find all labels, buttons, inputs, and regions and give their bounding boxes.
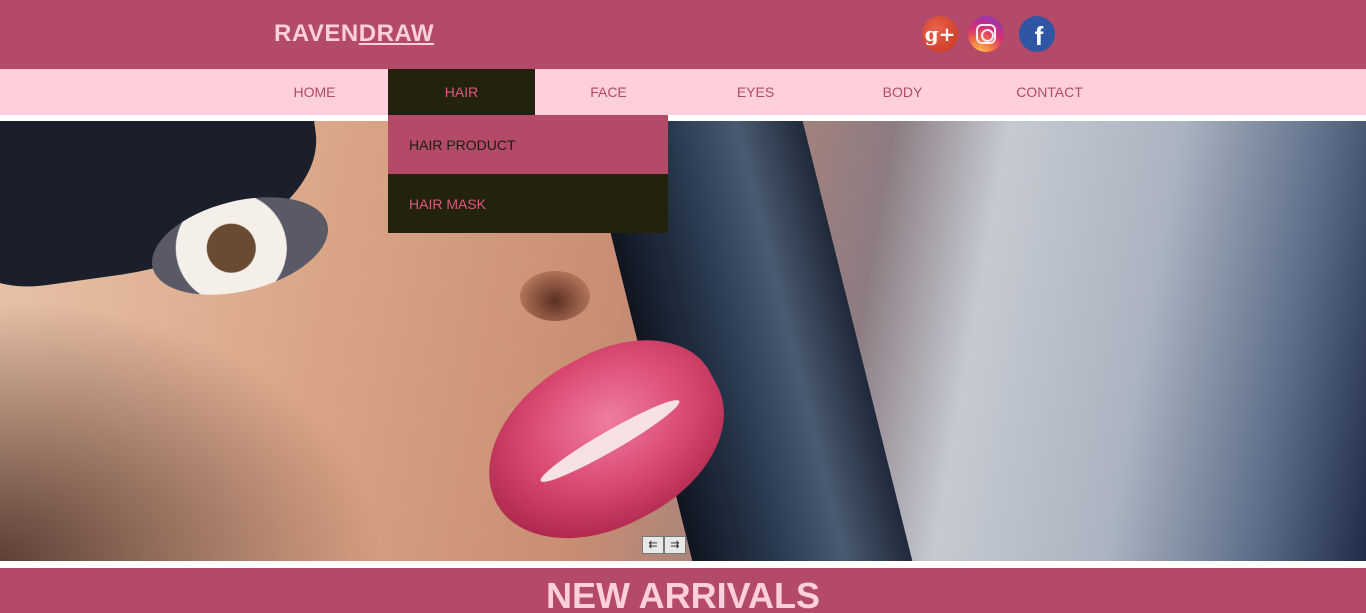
hair-dropdown-menu: HAIR PRODUCT HAIR MASK — [388, 115, 668, 233]
separator — [0, 561, 1366, 568]
logo-part-raven: RAVEN — [274, 20, 359, 47]
google-plus-glyph: g+ — [924, 22, 956, 46]
nav-item-home[interactable]: HOME — [241, 69, 388, 115]
google-plus-icon[interactable]: g+ — [922, 16, 958, 52]
slider-controls: ⇇ ⇉ — [642, 536, 686, 554]
dropdown-item-hair-product[interactable]: HAIR PRODUCT — [388, 115, 668, 174]
new-arrivals-section: NEW ARRIVALS — [0, 568, 1366, 613]
dropdown-item-hair-mask[interactable]: HAIR MASK — [388, 174, 668, 233]
hero-nose — [520, 271, 590, 321]
nav-item-face[interactable]: FACE — [535, 69, 682, 115]
instagram-icon[interactable] — [968, 16, 1004, 52]
nav-item-eyes[interactable]: EYES — [682, 69, 829, 115]
section-title: NEW ARRIVALS — [546, 575, 820, 613]
nav-item-hair[interactable]: HAIR — [388, 69, 535, 115]
slider-next-button[interactable]: ⇉ — [664, 536, 686, 554]
hero-banner-image — [0, 121, 1366, 561]
nav-item-contact[interactable]: CONTACT — [976, 69, 1123, 115]
facebook-glyph: f — [1034, 20, 1044, 51]
nav-item-body[interactable]: BODY — [829, 69, 976, 115]
site-header: RAVENDRAW g+ f — [0, 0, 1366, 69]
facebook-icon[interactable]: f — [1019, 16, 1055, 52]
main-nav: HOME HAIR FACE EYES BODY CONTACT — [0, 69, 1366, 115]
logo-part-draw: DRAW — [358, 20, 435, 47]
slider-prev-button[interactable]: ⇇ — [642, 536, 664, 554]
site-logo[interactable]: RAVENDRAW — [274, 20, 434, 48]
instagram-camera-glyph — [976, 24, 996, 44]
